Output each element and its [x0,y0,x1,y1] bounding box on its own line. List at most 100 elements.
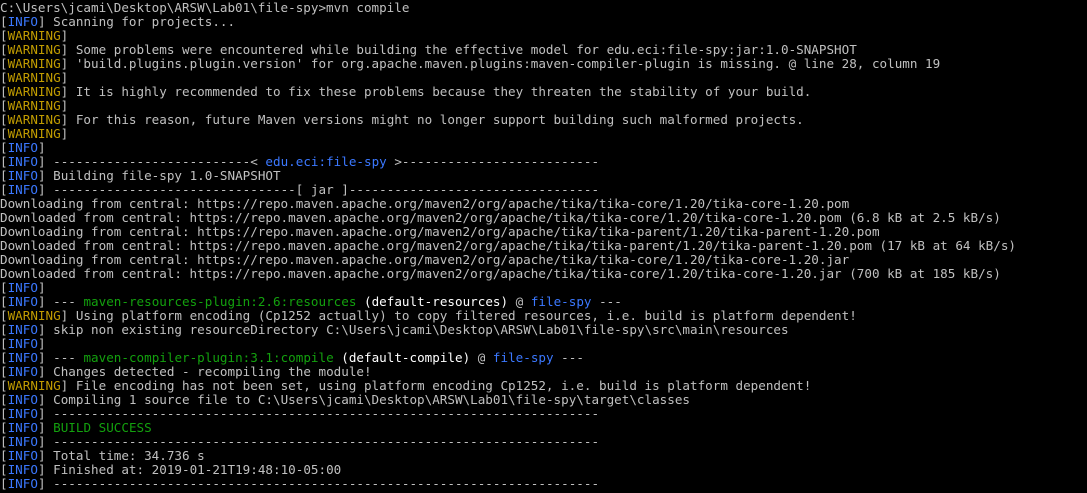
log-tag-bracket: [ [0,336,8,351]
log-text: --------------------------< [45,154,266,169]
terminal-line: [INFO] ---------------------------------… [0,407,1087,421]
log-text: ----------------------------------------… [45,434,600,449]
terminal-line: [INFO] --------------------------< edu.e… [0,155,1087,169]
log-tag-bracket: ] [37,420,46,435]
log-tag-bracket: ] [37,336,46,351]
log-text: ----------------------------------------… [45,476,600,491]
terminal-line: [INFO] [0,281,1087,295]
log-text: --- [45,294,84,309]
log-tag-bracket: ] [37,14,46,29]
log-tag-bracket: [ [0,42,8,57]
log-tag-bracket: [ [0,378,8,393]
log-tag-bracket: [ [0,476,8,491]
log-text: Using platform encoding (Cp1252 actually… [68,308,857,323]
log-text: (default-resources) [356,294,509,309]
warning-tag: WARNING [7,308,61,323]
terminal-line: [INFO] Finished at: 2019-01-21T19:48:10-… [0,463,1087,477]
log-text: Compiling 1 source file to C:\Users\jcam… [45,392,691,407]
log-tag-bracket: [ [0,70,8,85]
warning-tag: WARNING [7,56,61,71]
terminal-line: [INFO] --------------------------------[… [0,183,1087,197]
terminal-line: [INFO] --- maven-resources-plugin:2.6:re… [0,295,1087,309]
terminal-line: [INFO] BUILD SUCCESS [0,421,1087,435]
terminal-line: Downloading from central: https://repo.m… [0,225,1087,239]
log-tag-bracket: ] [37,350,46,365]
terminal-line: [WARNING] [0,71,1087,85]
log-tag-bracket: [ [0,350,8,365]
log-text: For this reason, future Maven versions m… [68,112,804,127]
log-tag-bracket: [ [0,280,8,295]
log-text: edu.eci:file-spy [265,154,387,169]
terminal-line: Downloaded from central: https://repo.ma… [0,211,1087,225]
terminal-line: [INFO] Compiling 1 source file to C:\Use… [0,393,1087,407]
log-text: skip non existing resourceDirectory C:\U… [45,322,789,337]
log-tag-bracket: ] [37,406,46,421]
log-tag-bracket: [ [0,84,8,99]
info-tag: INFO [7,406,38,421]
log-tag-bracket: [ [0,406,8,421]
log-tag-bracket: [ [0,434,8,449]
log-text: Changes detected - recompiling the modul… [45,364,372,379]
info-tag: INFO [7,280,38,295]
terminal-output[interactable]: C:\Users\jcami\Desktop\ARSW\Lab01\file-s… [0,0,1087,493]
terminal-line: [INFO] Changes detected - recompiling th… [0,365,1087,379]
log-tag-bracket: [ [0,420,8,435]
terminal-line: Downloading from central: https://repo.m… [0,197,1087,211]
info-tag: INFO [7,392,38,407]
log-text: --- [591,294,622,309]
log-tag-bracket: [ [0,154,8,169]
log-text: (default-compile) [333,350,471,365]
log-text: --- [553,350,584,365]
log-tag-bracket: ] [37,364,46,379]
log-tag-bracket: [ [0,56,8,71]
terminal-line: [INFO] --- maven-compiler-plugin:3.1:com… [0,351,1087,365]
log-tag-bracket: [ [0,294,8,309]
log-tag-bracket: ] [37,140,46,155]
log-tag-bracket: [ [0,308,8,323]
log-text: Downloading from central: https://repo.m… [0,196,850,211]
terminal-line: [WARNING] [0,127,1087,141]
terminal-line: [WARNING] 'build.plugins.plugin.version'… [0,57,1087,71]
terminal-line: [WARNING] File encoding has not been set… [0,379,1087,393]
terminal-line: [INFO] Total time: 34.736 s [0,449,1087,463]
info-tag: INFO [7,14,38,29]
log-text: File encoding has not been set, using pl… [68,378,812,393]
info-tag: INFO [7,350,38,365]
warning-tag: WARNING [7,42,61,57]
terminal-line: Downloaded from central: https://repo.ma… [0,267,1087,281]
log-tag-bracket: [ [0,448,8,463]
log-tag-bracket: ] [60,126,69,141]
terminal-line: Downloading from central: https://repo.m… [0,253,1087,267]
warning-tag: WARNING [7,126,61,141]
log-text: Some problems were encountered while bui… [68,42,857,57]
terminal-line: [INFO] skip non existing resourceDirecto… [0,323,1087,337]
log-tag-bracket: [ [0,126,8,141]
log-text: file-spy [492,350,554,365]
terminal-line: [INFO] Building file-spy 1.0-SNAPSHOT [0,169,1087,183]
terminal-line: [INFO] [0,141,1087,155]
log-tag-bracket: ] [60,28,69,43]
log-text: ----------------------------------------… [45,406,600,421]
terminal-line: [WARNING] [0,99,1087,113]
log-text: Scanning for projects... [45,14,236,29]
log-text: BUILD SUCCESS [53,420,152,435]
terminal-line: [INFO] ---------------------------------… [0,435,1087,449]
warning-tag: WARNING [7,112,61,127]
log-text: It is highly recommended to fix these pr… [68,84,812,99]
log-tag-bracket: ] [37,392,46,407]
log-text: file-spy [530,294,592,309]
log-tag-bracket: [ [0,140,8,155]
info-tag: INFO [7,140,38,155]
terminal-line: [INFO] Scanning for projects... [0,15,1087,29]
log-tag-bracket: ] [37,434,46,449]
terminal-line: [INFO] ---------------------------------… [0,477,1087,491]
terminal-line: [WARNING] Some problems were encountered… [0,43,1087,57]
warning-tag: WARNING [7,28,61,43]
log-tag-bracket: ] [37,476,46,491]
log-text: >-------------------------- [386,154,600,169]
log-text: maven-resources-plugin:2.6:resources [83,294,357,309]
log-tag-bracket: ] [37,448,46,463]
log-text: Finished at: 2019-01-21T19:48:10-05:00 [45,462,342,477]
log-tag-bracket: [ [0,392,8,407]
